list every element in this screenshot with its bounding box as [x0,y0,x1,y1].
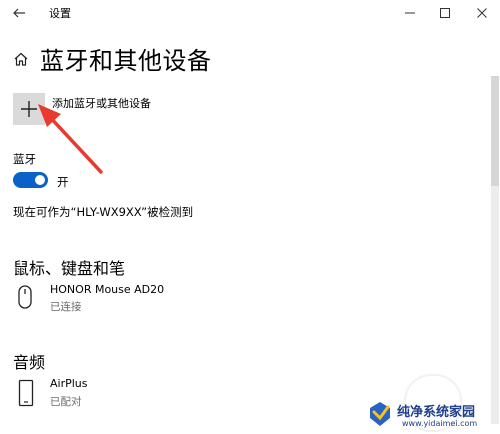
scrollbar-thumb[interactable] [491,76,499,186]
device-status: 已连接 [50,301,82,313]
close-icon[interactable] [473,4,491,22]
toggle-knob [35,175,45,185]
window-title: 设置 [49,7,71,20]
bluetooth-label: 蓝牙 [13,152,36,166]
discoverable-text: 现在可作为“HLY-WX9XX”被检测到 [13,205,194,219]
scrollbar[interactable] [491,76,499,424]
back-arrow-icon[interactable] [10,4,28,22]
device-name[interactable]: AirPlus [50,377,88,390]
home-icon[interactable] [13,51,29,67]
watermark: 纯净系统家园 www.yidaimei.com [366,398,496,432]
watermark-text: 纯净系统家园 [397,405,476,420]
title-bar: 设置 [0,0,500,26]
watermark-url: www.yidaimei.com [402,419,478,428]
mouse-icon [18,285,32,309]
maximize-icon[interactable] [436,4,454,22]
section-title-audio: 音频 [13,353,46,372]
device-status: 已配对 [50,396,82,408]
device-name[interactable]: HONOR Mouse AD20 [50,283,164,296]
bluetooth-toggle[interactable] [13,172,48,188]
minimize-icon[interactable] [401,4,419,22]
phone-icon [18,379,34,407]
bluetooth-toggle-state: 开 [57,175,69,189]
watermark-logo-icon [370,402,390,426]
section-title-mouse-keyboard-pen: 鼠标、键盘和笔 [13,259,126,278]
page-title: 蓝牙和其他设备 [40,47,212,75]
